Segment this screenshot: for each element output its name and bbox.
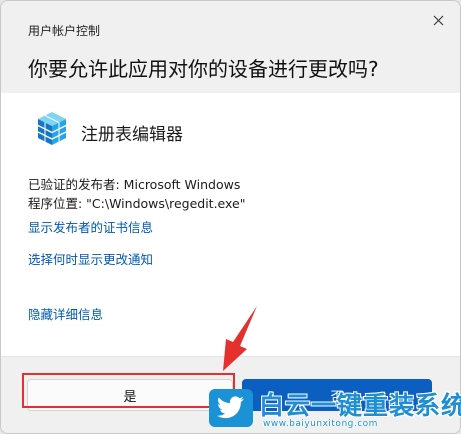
dialog-header: 用户帐户控制 你要允许此应用对你的设备进行更改吗? <box>1 1 460 93</box>
yes-button[interactable]: 是 <box>27 379 233 411</box>
program-location: 程序位置: "C:\Windows\regedit.exe" <box>28 196 246 211</box>
registry-editor-icon <box>37 112 67 145</box>
dialog-title: 用户帐户控制 <box>28 24 101 38</box>
publisher-info: 已验证的发布者: Microsoft Windows <box>28 177 241 192</box>
hide-details-link[interactable]: 隐藏详细信息 <box>28 304 103 323</box>
uac-dialog: 用户帐户控制 你要允许此应用对你的设备进行更改吗? 注册表编辑器 已验证的发布者… <box>0 0 461 434</box>
close-button[interactable] <box>422 7 454 33</box>
close-icon <box>433 15 443 25</box>
change-notification-link[interactable]: 选择何时显示更改通知 <box>28 249 153 268</box>
app-name: 注册表编辑器 <box>81 125 183 145</box>
dialog-footer: 是 否 <box>1 356 460 433</box>
show-certificate-link[interactable]: 显示发布者的证书信息 <box>28 217 153 236</box>
dialog-question: 你要允许此应用对你的设备进行更改吗? <box>28 57 379 81</box>
no-button[interactable]: 否 <box>242 379 432 411</box>
